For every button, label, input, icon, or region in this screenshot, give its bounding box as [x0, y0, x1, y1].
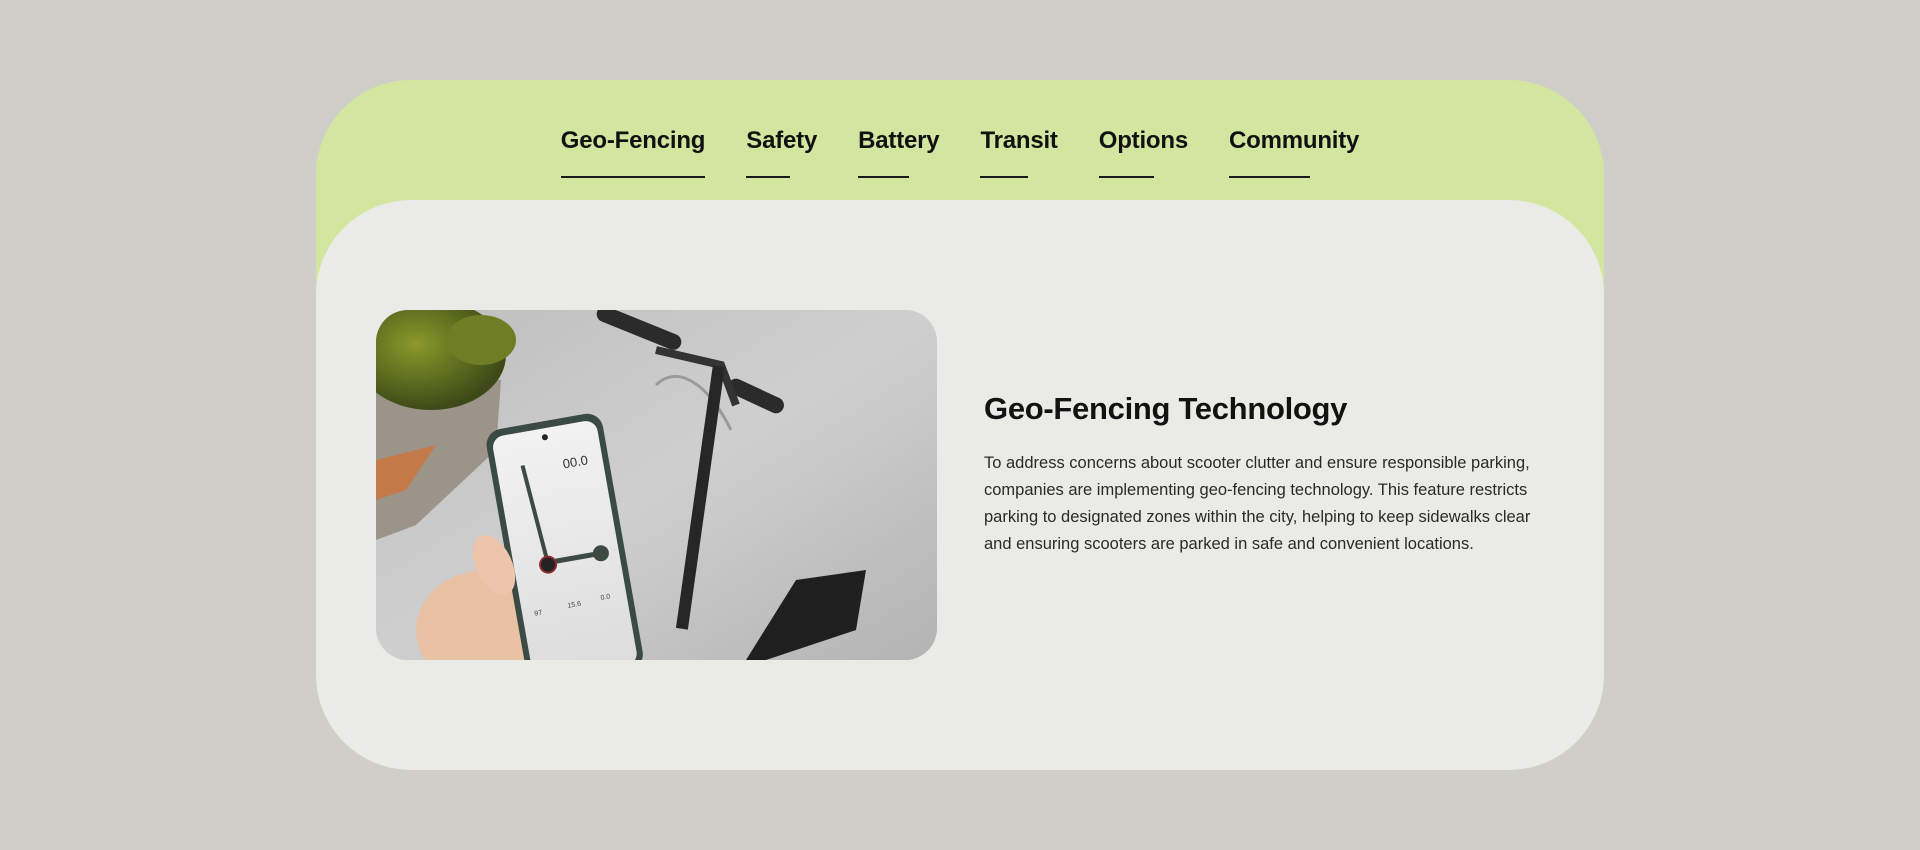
tab-label: Geo-Fencing: [560, 127, 706, 154]
tab-bar: Geo-Fencing Safety Battery Transit Optio…: [316, 126, 1604, 178]
scooter-app-photo: 00.0 97 15.6 0.0: [376, 310, 937, 660]
tab-underline: [560, 176, 706, 178]
tab-geo-fencing[interactable]: Geo-Fencing: [560, 126, 706, 178]
tab-transit[interactable]: Transit: [980, 126, 1058, 178]
tab-label: Battery: [858, 127, 940, 154]
tabbed-feature-card: Geo-Fencing Safety Battery Transit Optio…: [316, 80, 1604, 770]
tab-community[interactable]: Community: [1229, 126, 1360, 178]
tab-label: Transit: [980, 127, 1058, 154]
tab-underline: [858, 176, 909, 178]
tab-battery[interactable]: Battery: [858, 126, 940, 178]
tab-label: Community: [1229, 127, 1360, 154]
tab-underline: [1229, 176, 1310, 178]
tab-underline: [746, 176, 791, 178]
phone-stat-battery: 97: [534, 609, 543, 617]
tab-safety[interactable]: Safety: [746, 126, 818, 178]
tab-options[interactable]: Options: [1098, 126, 1188, 178]
tab-underline: [980, 176, 1029, 178]
tab-panel: 00.0 97 15.6 0.0 Geo-Fencing Technology …: [316, 200, 1604, 770]
feature-content: Geo-Fencing Technology To address concer…: [984, 390, 1544, 558]
tab-label: Safety: [746, 127, 818, 154]
tab-label: Options: [1098, 127, 1188, 154]
feature-description: To address concerns about scooter clutte…: [984, 454, 1531, 553]
feature-title: Geo-Fencing Technology: [984, 391, 1348, 426]
tab-underline: [1098, 176, 1155, 178]
